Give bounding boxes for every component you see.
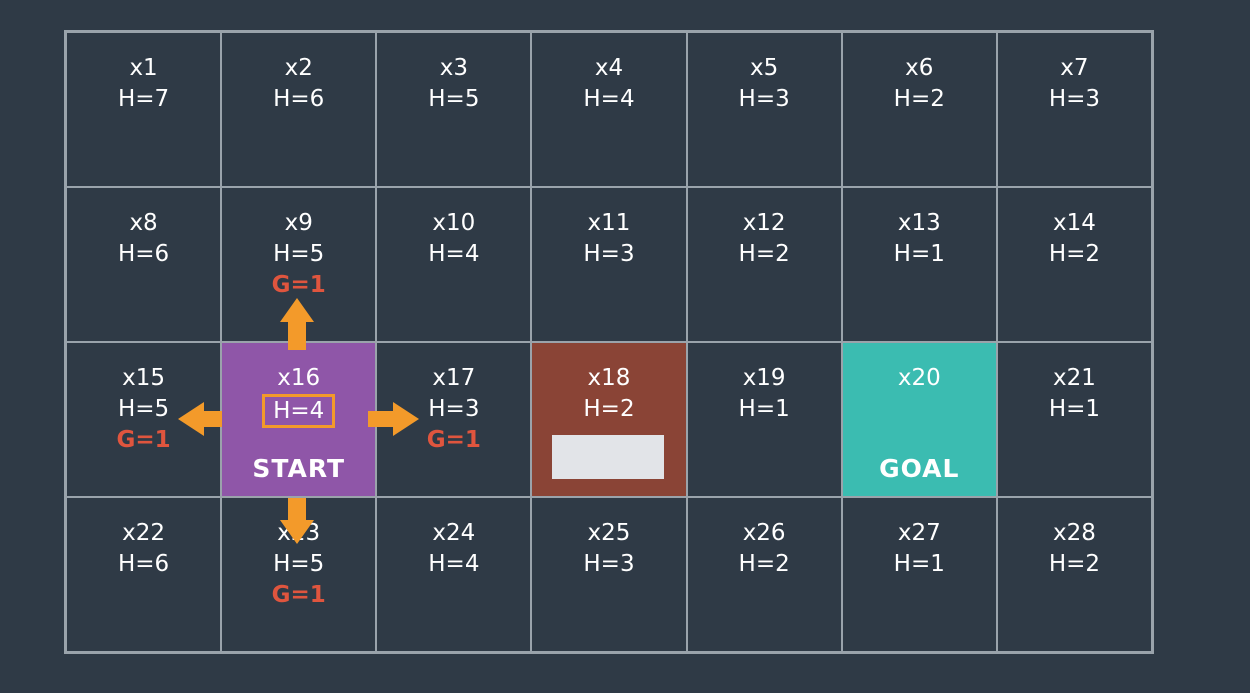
cell-label: x4 (594, 55, 624, 81)
cell-label: x27 (897, 520, 941, 546)
start-tag: START (252, 454, 346, 483)
cell-cost: G=1 (116, 427, 171, 453)
grid-cell-x4: x4 H=4 (531, 32, 687, 187)
cell-label: x28 (1052, 520, 1096, 546)
cell-label: x20 (897, 365, 941, 391)
cell-heuristic: H=3 (428, 396, 480, 422)
cell-label: x1 (129, 55, 158, 81)
grid-cell-x3: x3 H=5 (376, 32, 532, 187)
cell-heuristic: H=2 (738, 551, 790, 577)
cell-heuristic: H=4 (428, 551, 480, 577)
cell-label: x12 (742, 210, 786, 236)
grid-cell-x25: x25 H=3 (531, 497, 687, 652)
cell-cost: G=1 (271, 582, 326, 608)
highlighted-heuristic: H=4 (262, 394, 336, 428)
cell-heuristic: H=2 (738, 241, 790, 267)
grid-cell-x23: x23 H=5 G=1 (221, 497, 377, 652)
cell-label: x23 (277, 520, 321, 546)
obstacle-block (552, 435, 665, 479)
cell-heuristic: H=2 (583, 396, 635, 422)
cell-label: x22 (122, 520, 166, 546)
cell-heuristic: H=7 (117, 86, 170, 112)
grid-cell-x26: x26 H=2 (686, 497, 842, 652)
grid-cell-x22: x22 H=6 (66, 497, 222, 652)
diagram-canvas: x1 H=7 x2 H=6 x3 H=5 x4 H=4 x5 H=3 x6 H=2 x7 H=3 x8 H=6… (0, 0, 1250, 693)
cell-heuristic: H=5 (428, 86, 480, 112)
cell-cost: G=1 (426, 427, 481, 453)
grid-cell-x12: x12 H=2 (686, 187, 842, 342)
cell-heuristic: H=5 (117, 396, 170, 422)
grid-cell-x15: x15 H=5 G=1 (66, 342, 222, 497)
cell-heuristic: H=4 (222, 394, 375, 428)
grid-cell-x19: x19 H=1 (686, 342, 842, 497)
grid-cell-x20: x20 GOAL (841, 342, 997, 497)
cell-label: x15 (122, 365, 166, 391)
cell-heuristic: H=6 (117, 241, 170, 267)
grid-cell-x28: x28 H=2 (996, 497, 1152, 652)
grid-cell-x24: x24 H=4 (376, 497, 532, 652)
grid-cell-x1: x1 H=7 (66, 32, 222, 187)
cell-heuristic: H=6 (117, 551, 170, 577)
grid-cell-x11: x11 H=3 (531, 187, 687, 342)
grid-cell-x2: x2 H=6 (221, 32, 377, 187)
grid-cell-x5: x5 H=3 (686, 32, 842, 187)
grid-cell-x13: x13 H=1 (841, 187, 997, 342)
cell-label: x25 (587, 520, 631, 546)
grid-world: x1 H=7 x2 H=6 x3 H=5 x4 H=4 x5 H=3 x6 H=2 x7 H=3 x8 H=6… (64, 30, 1154, 654)
cell-heuristic: H=1 (893, 551, 945, 577)
cell-label: x24 (432, 520, 476, 546)
cell-label: x26 (742, 520, 786, 546)
cell-heuristic: H=3 (583, 551, 635, 577)
cell-label: x11 (587, 210, 631, 236)
grid-cell-x16: x16 H=4 START (221, 342, 377, 497)
cell-heuristic: H=3 (1048, 86, 1101, 112)
cell-label: x17 (432, 365, 476, 391)
cell-label: x21 (1052, 365, 1096, 391)
grid-cell-x6: x6 H=2 (841, 32, 997, 187)
grid-cell-x7: x7 H=3 (996, 32, 1152, 187)
cell-heuristic: H=1 (1048, 396, 1101, 422)
grid-cell-x17: x17 H=3 G=1 (376, 342, 532, 497)
cell-heuristic: H=5 (273, 241, 325, 267)
cell-label: x3 (439, 55, 468, 81)
cell-heuristic: H=6 (273, 86, 325, 112)
grid-cell-x8: x8 H=6 (66, 187, 222, 342)
grid-cell-x10: x10 H=4 (376, 187, 532, 342)
cell-label: x5 (750, 55, 779, 81)
cell-heuristic: H=5 (273, 551, 325, 577)
cell-heuristic: H=3 (583, 241, 635, 267)
cell-heuristic: H=4 (583, 86, 635, 112)
cell-heuristic: H=3 (738, 86, 790, 112)
cell-heuristic: H=1 (893, 241, 945, 267)
cell-label: x13 (897, 210, 941, 236)
grid-cell-x14: x14 H=2 (996, 187, 1152, 342)
cell-heuristic: H=2 (893, 86, 945, 112)
grid-cell-x21: x21 H=1 (996, 342, 1152, 497)
cell-heuristic: H=2 (1048, 241, 1101, 267)
goal-tag: GOAL (879, 454, 960, 483)
cell-cost: G=1 (271, 272, 326, 298)
cell-label: x7 (1060, 55, 1089, 81)
cell-label: x2 (284, 55, 313, 81)
cell-label: x19 (742, 365, 786, 391)
cell-label: x9 (284, 210, 313, 236)
grid-cell-x9: x9 H=5 G=1 (221, 187, 377, 342)
cell-label: x8 (129, 210, 158, 236)
cell-label: x16 (277, 365, 321, 391)
cell-label: x18 (587, 365, 631, 391)
cell-label: x10 (432, 210, 476, 236)
cell-heuristic: H=2 (1048, 551, 1101, 577)
cell-label: x6 (905, 55, 934, 81)
cell-label: x14 (1052, 210, 1096, 236)
grid-cell-x27: x27 H=1 (841, 497, 997, 652)
grid-cell-x18: x18 H=2 (531, 342, 687, 497)
cell-heuristic: H=1 (738, 396, 790, 422)
cell-heuristic: H=4 (428, 241, 480, 267)
